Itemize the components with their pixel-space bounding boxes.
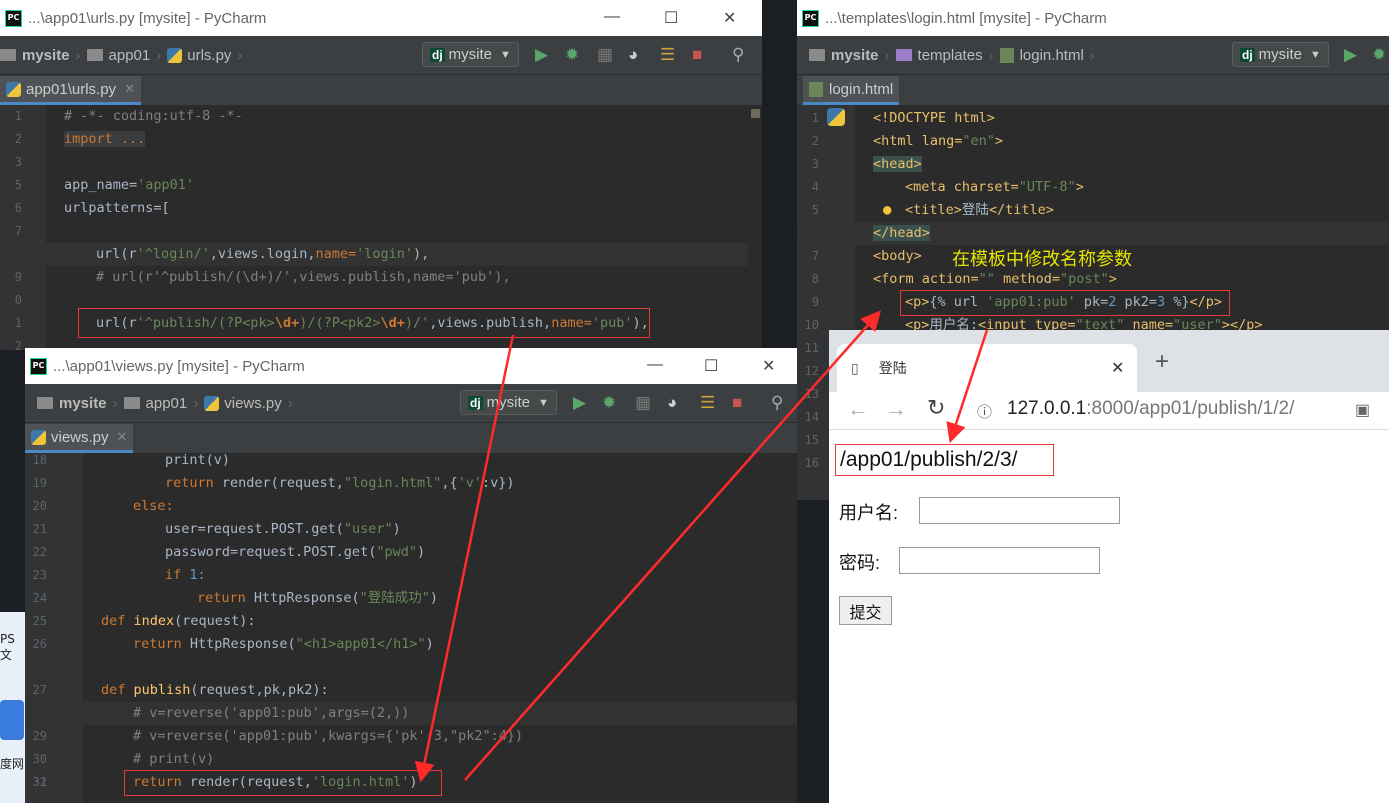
arrow-template-to-browser [946, 329, 989, 444]
arrow-urls-to-render [414, 334, 515, 783]
annotation-arrows [414, 310, 989, 783]
arrow-render-to-template [464, 310, 881, 781]
